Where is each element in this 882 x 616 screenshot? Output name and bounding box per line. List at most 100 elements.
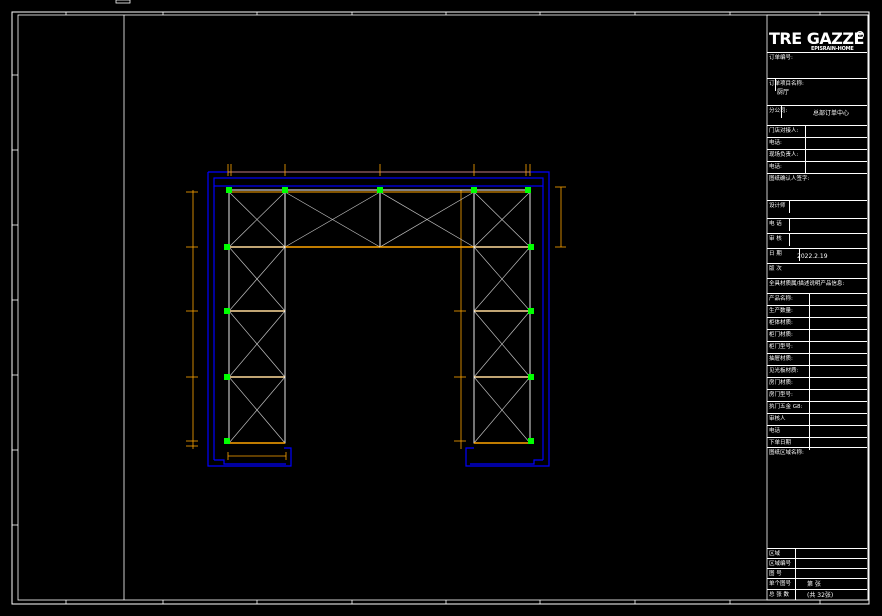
cabinet-module [228, 310, 286, 378]
title-row-label: 房门型号: [769, 392, 793, 398]
title-row: 电话: [767, 137, 867, 150]
title-row-label: 设计师 [769, 203, 786, 209]
title-row-label: 柜门材质: [769, 332, 793, 338]
footer-row: 图 号 [767, 568, 867, 579]
cabinet-module [473, 376, 531, 444]
title-row-label: 执门五金 G8: [769, 404, 803, 410]
title-row: 设计师 [767, 200, 867, 213]
cabinet-module [379, 191, 475, 248]
connector-marker [528, 374, 534, 380]
title-row-label: 电 话 [769, 221, 782, 227]
title-row-label: 见光板材质: [769, 368, 799, 374]
border-ticks [12, 12, 869, 604]
connector-marker [377, 187, 383, 193]
title-row: 门店对接人: [767, 125, 867, 138]
connector-marker [525, 187, 531, 193]
connector-markers [224, 187, 534, 444]
footer-row-label: 区域编号 [769, 561, 792, 567]
title-row: 电 话 [767, 218, 867, 231]
title-row: 版 次 [767, 263, 867, 272]
title-row-label: 订单编号: [769, 55, 793, 61]
title-row-label: 下单日期 [769, 440, 792, 446]
title-block: TRE GAZZE R EPISRAIN-HOME 订单编号: 订单项目名称: 厨厅… [767, 15, 867, 600]
connector-marker [528, 438, 534, 444]
title-row: 审核人 [767, 413, 867, 426]
title-row: 图纸区域名称: [767, 447, 867, 456]
footer-row-divider [795, 579, 796, 589]
footer-row: 单个图号 第 张 [767, 578, 867, 589]
title-row: 房门型号: [767, 389, 867, 402]
connector-marker [226, 187, 232, 193]
title-row: 执门五金 G8: [767, 401, 867, 414]
title-row-label: 审核人 [769, 416, 786, 422]
outline-contour [207, 171, 550, 467]
title-row-label: 分公司: [769, 108, 788, 114]
title-row-value: 2022.2.19 [797, 253, 828, 260]
connector-marker [528, 244, 534, 250]
title-row-value: 厨厅 [777, 89, 790, 96]
title-row: 柜门材质: [767, 329, 867, 342]
cabinet-module [473, 191, 531, 248]
cabinet-module [473, 246, 531, 312]
title-row-label: 柜体材质: [769, 320, 793, 326]
title-row-label: 产品名称: [769, 296, 793, 302]
registered-mark-icon: R [856, 31, 864, 39]
title-row-label: 日 期 [769, 251, 782, 257]
title-row: 图纸确认人签字: [767, 173, 867, 182]
title-row-label: 图纸区域名称: [769, 450, 804, 456]
connector-marker [282, 187, 288, 193]
footer-row: 总 张 数 (共 32张) [767, 589, 867, 600]
footer-row-label: 区域 [769, 551, 781, 557]
title-row-divider [809, 438, 810, 450]
title-row: 柜门型号: [767, 341, 867, 354]
title-row-label: 抽屉材质: [769, 356, 793, 362]
title-row-divider [775, 79, 776, 91]
title-row-label: 版 次 [769, 266, 782, 272]
footer-row-label: 图 号 [769, 571, 782, 577]
cabinet-module [284, 191, 381, 248]
title-row: 电话 [767, 425, 867, 438]
title-row-label: 现场负责人: [769, 152, 799, 158]
title-row-label: 全具材质属/描述说明产品信息: [769, 281, 845, 287]
title-row-label: 电话: [769, 140, 782, 146]
title-row: 下单日期 [767, 437, 867, 450]
cabinet-module [228, 191, 286, 248]
title-row-value: 总部订单中心 [813, 110, 850, 117]
title-row-divider [789, 219, 790, 231]
cabinet-module [228, 376, 286, 444]
footer-row-label: 单个图号 [769, 581, 792, 587]
title-row: 见光板材质: [767, 365, 867, 378]
title-row: 生产数量: [767, 305, 867, 318]
cabinet-modules [228, 189, 531, 444]
footer-row: 区域 [767, 548, 867, 559]
title-row: 房门材质: [767, 377, 867, 390]
title-row-divider [789, 234, 790, 246]
footer-row-label: 总 张 数 [769, 592, 789, 598]
title-row: 现场负责人: [767, 149, 867, 162]
title-row: 电话: [767, 161, 867, 174]
connector-marker [471, 187, 477, 193]
footer-row-divider [795, 590, 796, 600]
title-row: 全具材质属/描述说明产品信息: [767, 278, 867, 287]
title-row-label: 柜门型号: [769, 344, 793, 350]
title-row-label: 生产数量: [769, 308, 793, 314]
title-row-divider [799, 249, 800, 261]
title-row-label: 电话 [769, 428, 781, 434]
connector-marker [224, 374, 230, 380]
title-row-divider [789, 201, 790, 213]
footer-row-value: 第 张 [807, 581, 821, 588]
title-row-label: 电话: [769, 164, 782, 170]
footer-row: 区域编号 [767, 558, 867, 569]
connector-marker [528, 308, 534, 314]
title-row: 产品名称: [767, 293, 867, 306]
cabinet-module [473, 310, 531, 378]
footer-row-value: (共 32张) [807, 592, 834, 599]
outer-frame [11, 11, 870, 605]
title-row: 日 期 2022.2.19 [767, 248, 867, 261]
title-row: 柜体材质: [767, 317, 867, 330]
title-row: 审 核 [767, 233, 867, 246]
cabinet-module [228, 246, 286, 312]
title-row-divider [781, 106, 782, 118]
title-row-label: 审 核 [769, 236, 782, 242]
connector-marker [224, 438, 230, 444]
